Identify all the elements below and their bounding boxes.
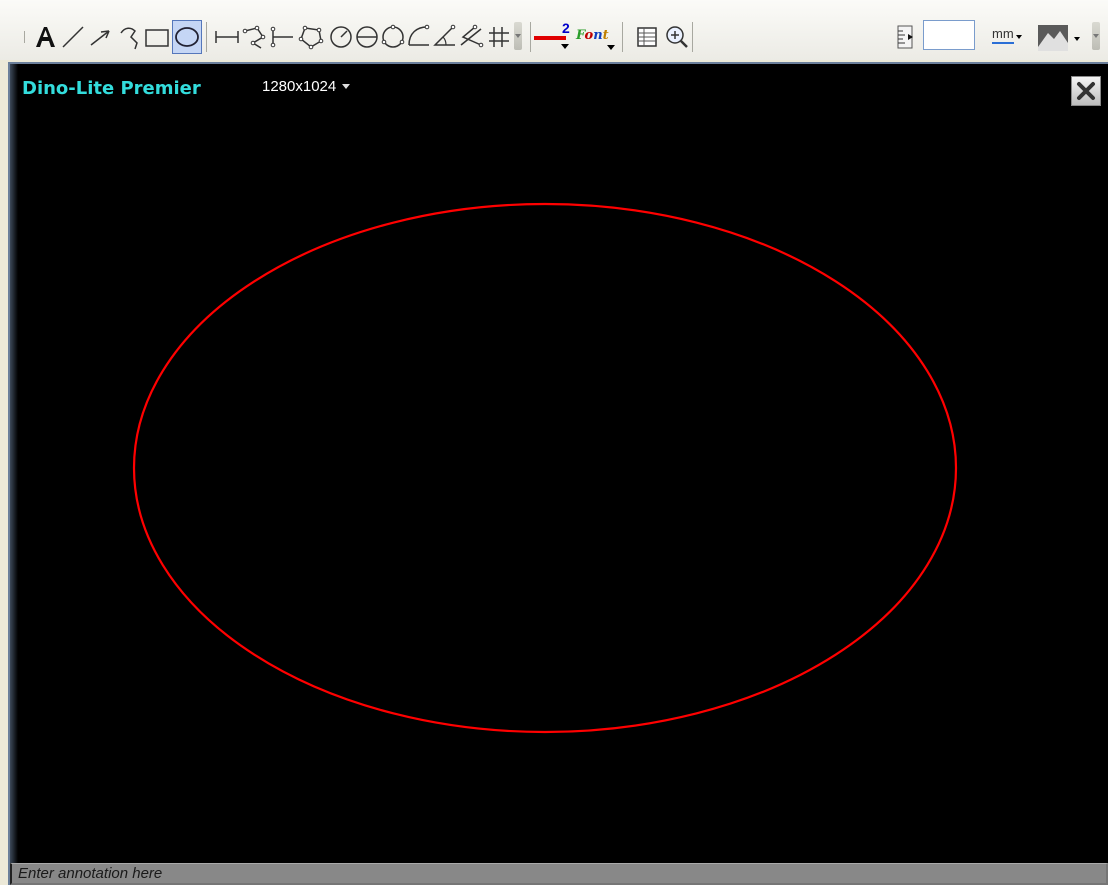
toolbar-overflow-icon[interactable]	[1092, 22, 1100, 50]
parallel-line-tool-button[interactable]	[268, 20, 298, 54]
chevron-down-icon	[342, 84, 351, 89]
line-tool-button[interactable]	[58, 20, 88, 54]
unit-select-button[interactable]: mm	[990, 22, 1026, 52]
rectangle-icon	[145, 29, 169, 47]
font-label: Font	[576, 28, 609, 43]
freehand-icon	[120, 27, 138, 50]
resolution-label: 1280x1024	[262, 78, 337, 95]
polygon-tool-button[interactable]	[296, 20, 326, 54]
ellipse-tool-button[interactable]	[172, 20, 202, 54]
toolbar-separator	[24, 31, 25, 43]
chevron-down-icon	[607, 45, 615, 50]
line-color-swatch-icon	[534, 36, 566, 40]
annotation-toolbar: 2 Font mm	[0, 0, 1108, 60]
close-button[interactable]	[1071, 76, 1101, 106]
annotation-ellipse[interactable]	[132, 202, 958, 734]
toolbar-separator	[692, 22, 693, 52]
text-a-icon	[36, 27, 55, 47]
calibration-button[interactable]	[1038, 22, 1088, 52]
microscope-preview-window: Dino-Lite Premier 1280x1024	[8, 62, 1108, 885]
angle-icon	[433, 24, 456, 46]
grid-tool-button[interactable]	[484, 20, 514, 54]
text-tool-button[interactable]	[30, 20, 60, 54]
toolbar-separator	[206, 22, 207, 52]
chevron-down-icon	[1016, 35, 1022, 39]
chevron-down-icon	[1074, 37, 1080, 41]
circle-diameter-icon	[356, 26, 378, 48]
measurement-table-button[interactable]	[632, 20, 662, 54]
resolution-dropdown[interactable]: 1280x1024	[262, 78, 351, 95]
zoom-slider-button[interactable]	[894, 20, 918, 54]
distance-icon	[215, 31, 239, 43]
line-icon	[62, 26, 84, 48]
magnifier-icon	[666, 26, 688, 48]
parallel-line-icon	[270, 26, 293, 48]
zoom-level-input[interactable]	[923, 20, 975, 50]
chevron-down-icon	[561, 44, 569, 49]
ellipse-icon	[175, 27, 199, 47]
polyline-tool-button[interactable]	[240, 20, 270, 54]
table-icon	[637, 27, 657, 47]
toolbar-separator	[622, 22, 623, 52]
device-name-label: Dino-Lite Premier	[22, 78, 201, 99]
toolbar-overflow-icon[interactable]	[514, 22, 522, 50]
line-width-button[interactable]: 2	[534, 20, 574, 56]
preview-canvas[interactable]	[10, 64, 1108, 863]
circle-three-point-icon	[381, 24, 405, 48]
four-point-angle-icon	[460, 24, 484, 48]
toolbar-separator	[530, 22, 531, 52]
close-icon	[1077, 82, 1095, 100]
rectangle-tool-button[interactable]	[142, 20, 172, 54]
circle-center-radius-icon	[330, 26, 352, 48]
arc-icon	[408, 24, 430, 46]
zoom-button[interactable]	[662, 20, 692, 54]
ruler-icon	[897, 25, 913, 49]
arrow-tool-button[interactable]	[86, 20, 116, 54]
distance-tool-button[interactable]	[212, 20, 242, 54]
unit-underline-icon	[992, 42, 1014, 44]
line-width-value: 2	[562, 20, 570, 36]
calibration-image-icon	[1038, 25, 1068, 51]
arrow-icon	[90, 30, 110, 46]
grid-icon	[489, 27, 509, 47]
annotation-input[interactable]	[10, 863, 1108, 885]
four-point-angle-tool-button[interactable]	[456, 20, 486, 54]
unit-label: mm	[992, 26, 1014, 41]
polyline-icon	[242, 25, 266, 49]
polygon-icon	[298, 25, 324, 50]
font-button[interactable]: Font	[576, 22, 624, 54]
